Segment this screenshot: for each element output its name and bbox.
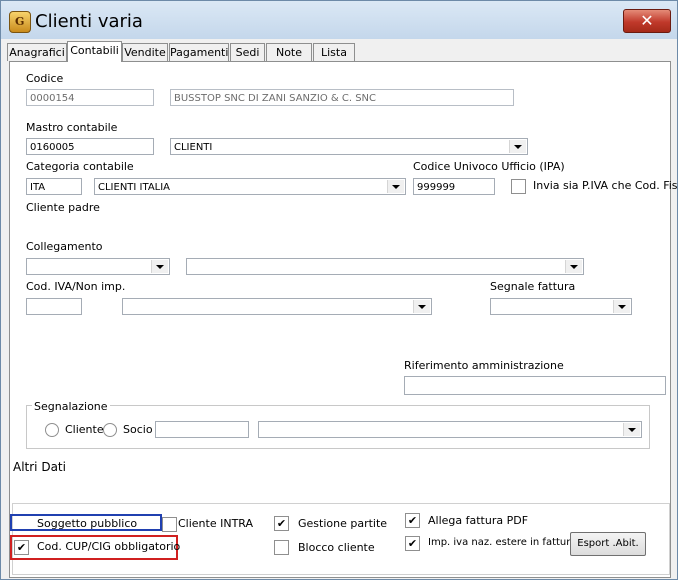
cod-cup-cig-label: Cod. CUP/CIG obbligatorio [37,540,181,553]
categoria-label: Categoria contabile [26,160,134,173]
codice-label: Codice [26,72,64,85]
categoria-combo[interactable]: CLIENTI ITALIA [94,178,406,195]
tab-note[interactable]: Note [266,43,312,61]
chevron-down-icon[interactable] [565,260,582,273]
tab-vendite[interactable]: Vendite [122,43,168,61]
tab-lista[interactable]: Lista [313,43,355,61]
chevron-down-icon[interactable] [613,300,630,313]
window: G Clienti varia ✕ Anagrafici Contabili V… [0,0,678,580]
invia-label: Invia sia P.IVA che Cod. Fisc [533,179,678,192]
cliente-padre-label: Cliente padre [26,201,100,214]
categoria-code-field[interactable]: ITA [26,178,82,195]
gestione-partite-checkbox[interactable]: ✔ [274,516,289,531]
cliente-intra-checkbox[interactable] [162,517,177,532]
segnale-label: Segnale fattura [490,280,576,293]
cliente-radio-label: Cliente [65,423,104,436]
ipa-field[interactable]: 999999 [413,178,495,195]
cod-iva-label: Cod. IVA/Non imp. [26,280,126,293]
window-title: Clienti varia [35,11,143,32]
mastro-label: Mastro contabile [26,121,118,134]
invia-checkbox[interactable] [511,179,526,194]
collegamento-combo-2[interactable] [186,258,584,275]
blocco-cliente-checkbox[interactable] [274,540,289,555]
ragione-sociale-field[interactable]: BUSSTOP SNC DI ZANI SANZIO & C. SNC [170,89,514,106]
tab-contabili[interactable]: Contabili [67,41,122,62]
close-button[interactable]: ✕ [623,9,671,33]
categoria-combo-value: CLIENTI ITALIA [98,182,171,193]
chevron-down-icon[interactable] [387,180,404,193]
contabili-panel: Codice 0000154 BUSSTOP SNC DI ZANI SANZI… [9,61,678,578]
blocco-cliente-label: Blocco cliente [298,541,375,554]
segnalazione-combo[interactable] [258,421,642,438]
tab-sedi[interactable]: Sedi [230,43,265,61]
segnalazione-label: Segnalazione [32,400,110,413]
ipa-label: Codice Univoco Ufficio (IPA) [413,160,565,173]
codice-field[interactable]: 0000154 [26,89,154,106]
gestione-partite-label: Gestione partite [298,517,388,530]
soggetto-pubblico-label: Soggetto pubblico [37,517,138,530]
app-icon: G [9,11,31,33]
tab-pagamenti[interactable]: Pagamenti [169,43,229,61]
title-bar: G Clienti varia ✕ [1,1,677,39]
collegamento-label: Collegamento [26,240,103,253]
socio-radio-label: Socio [123,423,153,436]
riferimento-field[interactable] [404,376,666,395]
mastro-field[interactable]: 0160005 [26,138,154,155]
chevron-down-icon[interactable] [509,140,526,153]
cod-iva-combo[interactable] [122,298,432,315]
mastro-combo[interactable]: CLIENTI [170,138,528,155]
cliente-intra-label: Cliente INTRA [178,517,254,530]
chevron-down-icon[interactable] [413,300,430,313]
allega-pdf-checkbox[interactable]: ✔ [405,513,420,528]
segnale-combo[interactable] [490,298,632,315]
collegamento-combo-1[interactable] [26,258,170,275]
segnalazione-code-field[interactable] [155,421,249,438]
cliente-radio[interactable] [45,423,59,437]
tab-anagrafici[interactable]: Anagrafici [7,43,67,61]
esport-abit-button[interactable]: Esport .Abit. [570,532,646,556]
chevron-down-icon[interactable] [151,260,168,273]
allega-pdf-label: Allega fattura PDF [428,514,529,527]
altri-dati-label: Altri Dati [13,460,66,474]
imp-iva-checkbox[interactable]: ✔ [405,536,420,551]
socio-radio[interactable] [103,423,117,437]
chevron-down-icon[interactable] [623,423,640,436]
imp-iva-label: Imp. iva naz. estere in fattura [428,537,577,548]
cod-cup-cig-checkbox[interactable]: ✔ [14,540,29,555]
mastro-combo-value: CLIENTI [174,142,213,153]
riferimento-label: Riferimento amministrazione [404,359,564,372]
cod-iva-field[interactable] [26,298,82,315]
